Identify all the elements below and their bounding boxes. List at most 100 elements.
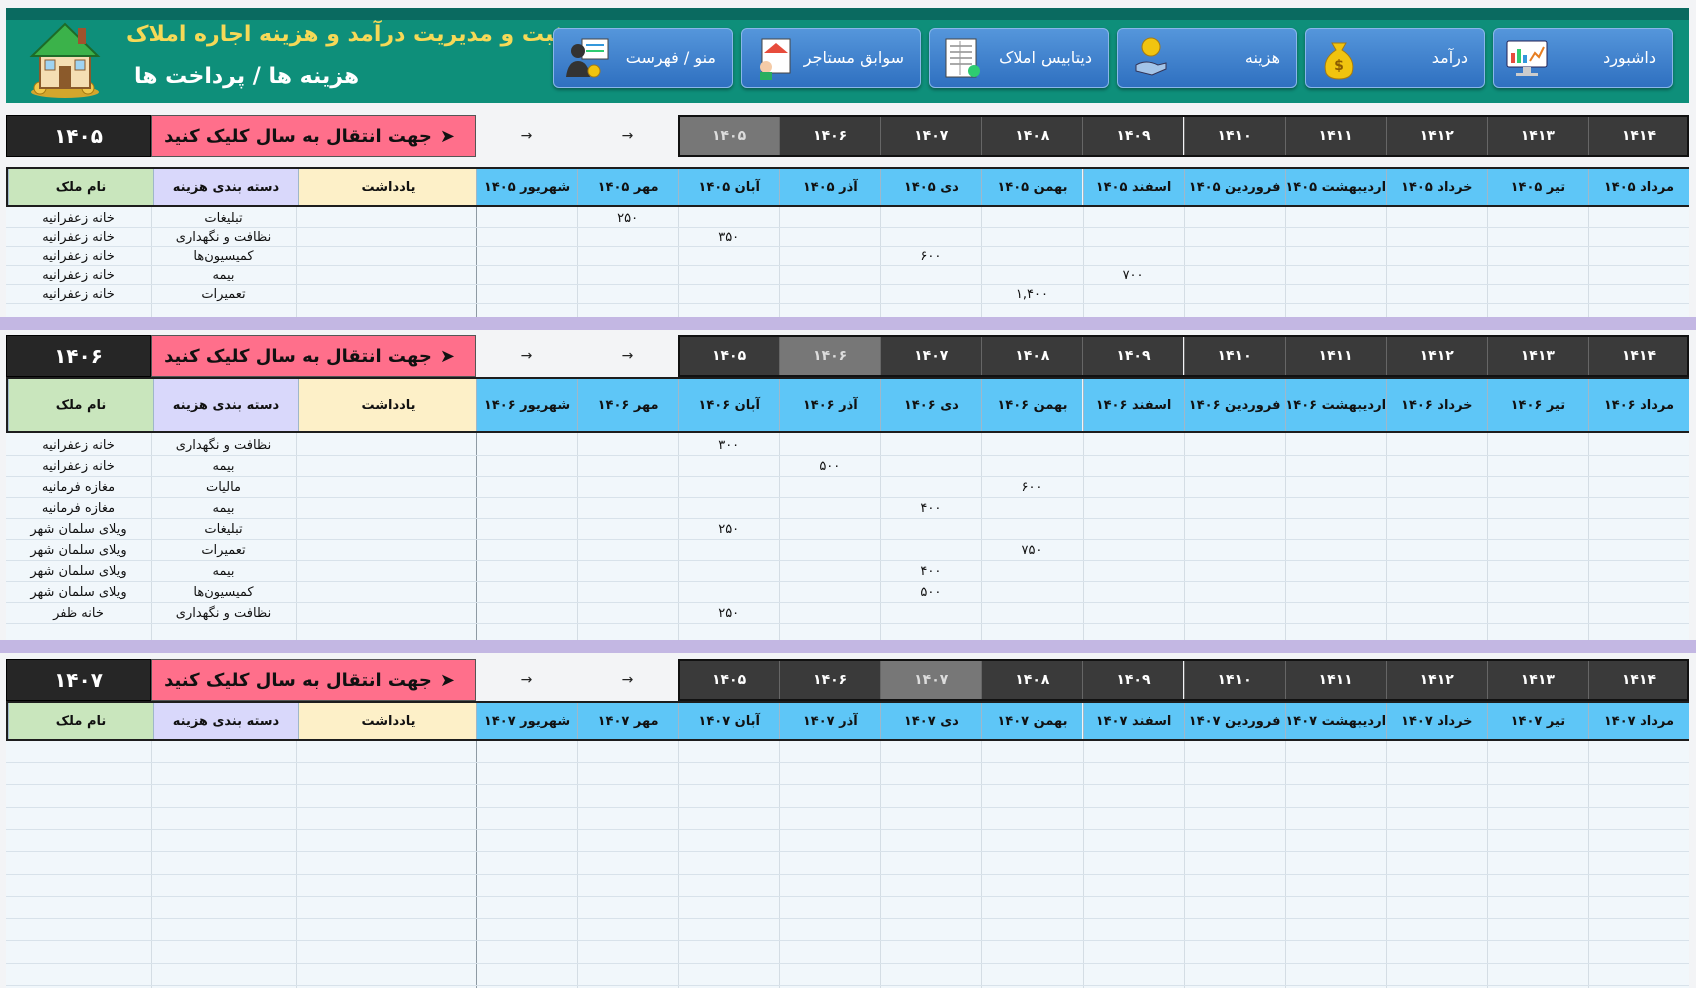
column-header-month-2: آبان ۱۴۰۷: [678, 703, 780, 739]
year-tab-9[interactable]: ۱۴۱۴: [1587, 659, 1689, 701]
arrow-right-icon[interactable]: →: [476, 335, 577, 377]
amount-cell: ۴۰۰: [920, 564, 942, 579]
table-row[interactable]: ویلای سلمان شهر بیمه ۴۰۰: [6, 561, 1689, 582]
empty-row[interactable]: [6, 808, 1689, 830]
arrow-right-icon[interactable]: →: [577, 335, 678, 377]
year-tab-6[interactable]: ۱۴۱۱: [1284, 335, 1386, 377]
amount-cell: ۱,۴۰۰: [1015, 287, 1048, 302]
page-subtitle: هزینه ها / پرداخت ها: [134, 64, 360, 89]
column-header-note: یادداشت: [298, 703, 478, 739]
table-row[interactable]: ویلای سلمان شهر کمیسیون‌ها ۵۰۰: [6, 582, 1689, 603]
arrow-right-icon[interactable]: →: [476, 659, 577, 701]
year-tab-3[interactable]: ۱۴۰۸: [981, 659, 1083, 701]
arrow-right-icon[interactable]: →: [577, 659, 678, 701]
property-name-cell: خانه زعفرانیه: [42, 459, 115, 474]
table-row[interactable]: خانه زعفرانیه بیمه ۷۰۰: [6, 266, 1689, 285]
year-tab-8[interactable]: ۱۴۱۳: [1486, 115, 1588, 157]
year-tab-8[interactable]: ۱۴۱۳: [1486, 659, 1588, 701]
column-header-month-0: شهریور ۱۴۰۵: [476, 169, 578, 205]
note-cell: [296, 498, 476, 519]
table-row[interactable]: خانه زعفرانیه تعمیرات ۱,۴۰۰: [6, 285, 1689, 304]
year-tab-2[interactable]: ۱۴۰۷: [880, 115, 982, 157]
section-separator: [0, 317, 1696, 330]
year-tab-0[interactable]: ۱۴۰۵: [678, 659, 780, 701]
expense-category-cell: بیمه: [212, 564, 235, 579]
arrow-right-icon[interactable]: →: [577, 115, 678, 157]
year-tab-4[interactable]: ۱۴۰۹: [1082, 659, 1184, 701]
section-separator: [0, 640, 1696, 653]
year-tab-9[interactable]: ۱۴۱۴: [1587, 115, 1689, 157]
empty-row[interactable]: [6, 897, 1689, 920]
nav-dashboard-button[interactable]: داشبورد: [1493, 28, 1673, 88]
year-tab-0[interactable]: ۱۴۰۵: [678, 335, 780, 377]
year-tab-6[interactable]: ۱۴۱۱: [1284, 115, 1386, 157]
note-cell: [296, 519, 476, 540]
column-header-month-8: اردیبهشت ۱۴۰۶: [1284, 379, 1386, 431]
nav-menu-button[interactable]: منو / فهرست: [553, 28, 733, 88]
amount-cell: ۲۵۰: [617, 211, 639, 226]
empty-row[interactable]: [6, 919, 1689, 942]
table-row[interactable]: خانه زعفرانیه تبلیغات ۲۵۰: [6, 209, 1689, 228]
empty-row[interactable]: [6, 830, 1689, 853]
current-year-label: ۱۴۰۷: [6, 659, 151, 701]
year-tab-2[interactable]: ۱۴۰۷: [880, 659, 982, 701]
table-row[interactable]: خانه ظفر نظافت و نگهداری ۲۵۰: [6, 603, 1689, 624]
year-tab-7[interactable]: ۱۴۱۲: [1385, 659, 1487, 701]
table-row[interactable]: ویلای سلمان شهر تبلیغات ۲۵۰: [6, 519, 1689, 540]
empty-row[interactable]: [6, 942, 1689, 964]
column-header-month-1: مهر ۱۴۰۷: [577, 703, 679, 739]
table-row[interactable]: خانه زعفرانیه کمیسیون‌ها ۶۰۰: [6, 247, 1689, 266]
year-tab-4[interactable]: ۱۴۰۹: [1082, 335, 1184, 377]
amount-cell: ۶۰۰: [920, 249, 942, 264]
year-tab-7[interactable]: ۱۴۱۲: [1385, 115, 1487, 157]
column-header-month-0: شهریور ۱۴۰۶: [476, 379, 578, 431]
year-tab-1[interactable]: ۱۴۰۶: [779, 659, 881, 701]
table-row[interactable]: خانه زعفرانیه نظافت و نگهداری ۳۵۰: [6, 228, 1689, 247]
nav-expense-button[interactable]: هزینه: [1117, 28, 1297, 88]
table-row[interactable]: مغازه فرمانیه مالیات ۶۰۰: [6, 477, 1689, 498]
empty-row[interactable]: [6, 964, 1689, 986]
expense-category-cell: کمیسیون‌ها: [193, 249, 254, 264]
nav-expense-label: هزینه: [1244, 48, 1280, 67]
go-to-year-button[interactable]: ➤ جهت انتقال به سال کلیک کنید: [151, 335, 476, 377]
go-to-year-button[interactable]: ➤ جهت انتقال به سال کلیک کنید: [151, 659, 476, 701]
note-cell: [296, 561, 476, 582]
tenant-file-icon: [760, 38, 791, 80]
column-header-month-1: مهر ۱۴۰۵: [577, 169, 679, 205]
empty-row[interactable]: [6, 741, 1689, 763]
year-tab-8[interactable]: ۱۴۱۳: [1486, 335, 1588, 377]
year-tab-2[interactable]: ۱۴۰۷: [880, 335, 982, 377]
empty-row[interactable]: [6, 786, 1689, 808]
table-row[interactable]: ویلای سلمان شهر تعمیرات ۷۵۰: [6, 540, 1689, 561]
year-tab-1[interactable]: ۱۴۰۶: [779, 115, 881, 157]
year-tab-3[interactable]: ۱۴۰۸: [981, 115, 1083, 157]
nav-tenant-history-button[interactable]: سوابق مستاجر: [741, 28, 921, 88]
column-header-property-name: نام ملک: [8, 379, 153, 431]
column-header-month-2: آبان ۱۴۰۶: [678, 379, 780, 431]
year-tab-5[interactable]: ۱۴۱۰: [1183, 335, 1285, 377]
year-tab-5[interactable]: ۱۴۱۰: [1183, 115, 1285, 157]
year-tab-6[interactable]: ۱۴۱۱: [1284, 659, 1386, 701]
empty-row[interactable]: [6, 853, 1689, 875]
table-row[interactable]: خانه زعفرانیه بیمه ۵۰۰: [6, 456, 1689, 477]
column-header-month-3: آذر ۱۴۰۶: [779, 379, 881, 431]
year-tab-0[interactable]: ۱۴۰۵: [678, 115, 780, 157]
year-tab-5[interactable]: ۱۴۱۰: [1183, 659, 1285, 701]
nav-income-button[interactable]: $ درآمد: [1305, 28, 1485, 88]
arrow-right-icon[interactable]: →: [476, 115, 577, 157]
empty-row[interactable]: [6, 875, 1689, 897]
nav-property-database-button[interactable]: دیتابیس املاک: [929, 28, 1109, 88]
amount-cell: ۶۰۰: [1021, 480, 1043, 495]
go-to-year-button[interactable]: ➤ جهت انتقال به سال کلیک کنید: [151, 115, 476, 157]
year-tab-7[interactable]: ۱۴۱۲: [1385, 335, 1487, 377]
go-to-year-label: جهت انتقال به سال کلیک کنید: [164, 125, 432, 147]
table-row[interactable]: مغازه فرمانیه بیمه ۴۰۰: [6, 498, 1689, 519]
year-tab-1[interactable]: ۱۴۰۶: [779, 335, 881, 377]
empty-row[interactable]: [6, 763, 1689, 786]
year-tab-3[interactable]: ۱۴۰۸: [981, 335, 1083, 377]
column-header-month-8: اردیبهشت ۱۴۰۵: [1284, 169, 1386, 205]
table-row[interactable]: خانه زعفرانیه نظافت و نگهداری ۳۰۰: [6, 435, 1689, 456]
year-tab-9[interactable]: ۱۴۱۴: [1587, 335, 1689, 377]
amount-cell: ۳۵۰: [718, 230, 740, 245]
year-tab-4[interactable]: ۱۴۰۹: [1082, 115, 1184, 157]
